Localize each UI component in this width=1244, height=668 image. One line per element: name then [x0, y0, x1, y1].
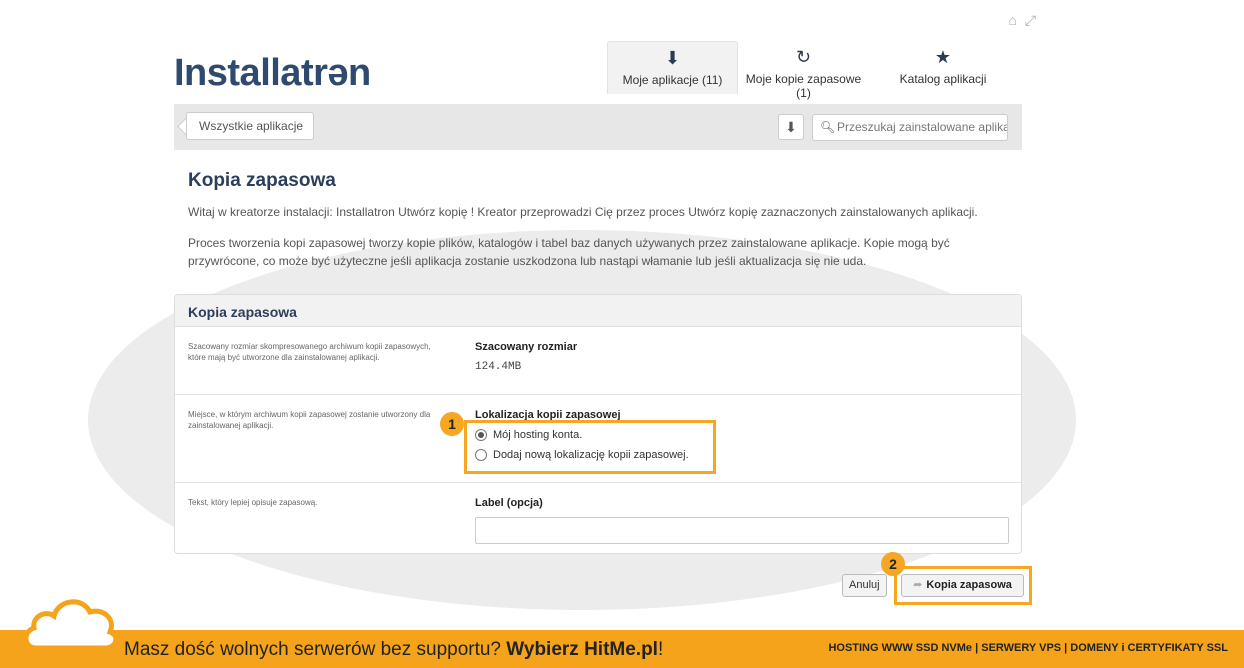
banner-services: HOSTING WWW SSD NVMe | SERWERY VPS | DOM… [828, 642, 1228, 654]
download-button[interactable]: ⬇ [778, 114, 804, 140]
description-text: Proces tworzenia kopi zapasowej tworzy k… [188, 236, 950, 268]
size-description: Szacowany rozmiar skompresowanego archiw… [188, 342, 431, 362]
main-content: Kopia zapasowa Witaj w kreatorze instala… [188, 170, 1028, 270]
size-value: 124.4MB [475, 361, 522, 373]
banner-text: Masz dość wolnych serwerów bez supportu?… [124, 639, 664, 660]
tab-app-catalog[interactable]: ★ Katalog aplikacji [869, 41, 1017, 94]
highlight-location [464, 420, 716, 474]
step-badge-2: 2 [881, 552, 905, 576]
page-title: Kopia zapasowa [188, 170, 336, 191]
cancel-button[interactable]: Anuluj [842, 574, 887, 597]
cloud-icon [23, 599, 118, 651]
tab-my-backups[interactable]: ↻ Moje kopie zapasowe (1) [738, 41, 869, 100]
history-icon: ↻ [795, 47, 812, 67]
label-row: Tekst, który lepiej opisuje zapasową. La… [175, 483, 1021, 553]
search-input[interactable]: 🔍︎ Przeszukaj zainstalowane aplikacje [812, 114, 1008, 141]
main-nav: ⬇ Moje aplikacje (11) ↻ Moje kopie zapas… [607, 41, 1017, 100]
star-icon: ★ [934, 47, 952, 67]
label-field-label: Label (opcja) [475, 497, 543, 509]
download-circle-icon: ⬇ [664, 48, 681, 68]
top-right-icons: ⌂ ⤢ [1008, 12, 1038, 29]
size-row: Szacowany rozmiar skompresowanego archiw… [175, 327, 1021, 395]
installatron-logo[interactable]: Installatrən [174, 52, 371, 95]
highlight-backup-button [894, 566, 1032, 605]
intro-text: Witaj w kreatorze instalacji: Installatr… [188, 205, 978, 219]
home-icon[interactable]: ⌂ [1008, 12, 1018, 28]
toolbar: Wszystkie aplikacje ⬇ 🔍︎ Przeszukaj zain… [174, 104, 1022, 150]
promo-banner[interactable]: Masz dość wolnych serwerów bez supportu?… [0, 630, 1244, 668]
search-icon: 🔍︎ [820, 120, 836, 134]
label-description: Tekst, który lepiej opisuje zapasową. [188, 498, 318, 507]
fullscreen-icon[interactable]: ⤢ [1025, 12, 1038, 28]
label-input[interactable] [475, 517, 1009, 544]
download-circle-icon: ⬇ [785, 119, 797, 135]
location-description: Miejsce, w którym archiwum kopii zapasow… [188, 410, 431, 430]
size-label: Szacowany rozmiar [475, 341, 578, 353]
tab-my-applications[interactable]: ⬇ Moje aplikacje (11) [607, 41, 738, 94]
panel-title: Kopia zapasowa [175, 295, 1021, 327]
breadcrumb-all-applications[interactable]: Wszystkie aplikacje [186, 112, 315, 140]
step-badge-1: 1 [440, 412, 464, 436]
